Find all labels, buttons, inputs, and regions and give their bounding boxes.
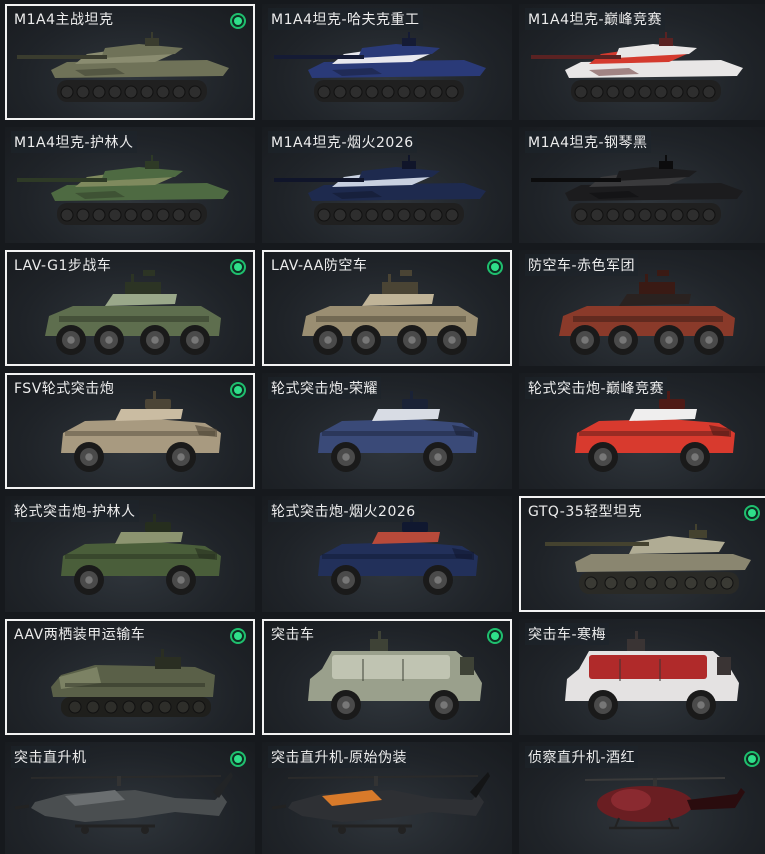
vehicle-card[interactable]: GTQ-35轻型坦克 (519, 496, 765, 612)
vehicle-name: FSV轮式突击炮 (14, 381, 115, 397)
vehicle-card[interactable]: M1A4主战坦克 (5, 4, 255, 120)
vehicle-grid: M1A4主战坦克 M1A4坦克-哈夫克重工 M1A4坦克-巅峰竞赛 M1A4坦克… (0, 0, 765, 854)
owned-status-icon (744, 505, 760, 521)
vehicle-name: 突击车 (271, 627, 315, 643)
vehicle-name: M1A4坦克-烟火2026 (268, 131, 417, 153)
vehicle-card[interactable]: LAV-G1步战车 (5, 250, 255, 366)
vehicle-name: M1A4坦克-巅峰竞赛 (525, 8, 666, 30)
vehicle-card[interactable]: M1A4坦克-哈夫克重工 (262, 4, 512, 120)
vehicle-name: 突击车-寒梅 (525, 623, 610, 645)
vehicle-name: 突击直升机 (11, 746, 90, 768)
vehicle-card[interactable]: M1A4坦克-烟火2026 (262, 127, 512, 243)
vehicle-name: 轮式突击炮-荣耀 (268, 377, 382, 399)
vehicle-card[interactable]: 轮式突击炮-护林人 (5, 496, 255, 612)
owned-status-icon (230, 13, 246, 29)
vehicle-name: GTQ-35轻型坦克 (528, 504, 643, 520)
vehicle-card[interactable]: 侦察直升机-酒红 (519, 742, 765, 854)
vehicle-card[interactable]: 突击直升机-原始伪装 (262, 742, 512, 854)
vehicle-card[interactable]: 突击车 (262, 619, 512, 735)
vehicle-name: 突击直升机-原始伪装 (268, 746, 411, 768)
vehicle-card[interactable]: M1A4坦克-钢琴黑 (519, 127, 765, 243)
vehicle-name: M1A4坦克-钢琴黑 (525, 131, 651, 153)
vehicle-name: LAV-AA防空车 (271, 258, 368, 274)
vehicle-name: M1A4坦克-护林人 (11, 131, 137, 153)
owned-status-icon (230, 628, 246, 644)
vehicle-name: 轮式突击炮-烟火2026 (268, 500, 419, 522)
vehicle-card[interactable]: LAV-AA防空车 (262, 250, 512, 366)
vehicle-card[interactable]: 突击直升机 (5, 742, 255, 854)
vehicle-name: AAV两栖装甲运输车 (14, 627, 146, 643)
vehicle-card[interactable]: 轮式突击炮-巅峰竞赛 (519, 373, 765, 489)
vehicle-name: 侦察直升机-酒红 (525, 746, 639, 768)
vehicle-name: 防空车-赤色军团 (525, 254, 639, 276)
owned-status-icon (230, 382, 246, 398)
owned-status-icon (744, 751, 760, 767)
vehicle-card[interactable]: M1A4坦克-巅峰竞赛 (519, 4, 765, 120)
vehicle-card[interactable]: AAV两栖装甲运输车 (5, 619, 255, 735)
owned-status-icon (487, 259, 503, 275)
owned-status-icon (230, 751, 246, 767)
vehicle-name: M1A4主战坦克 (14, 12, 114, 28)
vehicle-card[interactable]: 轮式突击炮-烟火2026 (262, 496, 512, 612)
vehicle-name: 轮式突击炮-护林人 (11, 500, 139, 522)
vehicle-card[interactable]: 轮式突击炮-荣耀 (262, 373, 512, 489)
vehicle-card[interactable]: 防空车-赤色军团 (519, 250, 765, 366)
vehicle-name: LAV-G1步战车 (14, 258, 112, 274)
owned-status-icon (487, 628, 503, 644)
vehicle-name: M1A4坦克-哈夫克重工 (268, 8, 423, 30)
vehicle-card[interactable]: M1A4坦克-护林人 (5, 127, 255, 243)
owned-status-icon (230, 259, 246, 275)
vehicle-card[interactable]: 突击车-寒梅 (519, 619, 765, 735)
vehicle-name: 轮式突击炮-巅峰竞赛 (525, 377, 668, 399)
vehicle-card[interactable]: FSV轮式突击炮 (5, 373, 255, 489)
